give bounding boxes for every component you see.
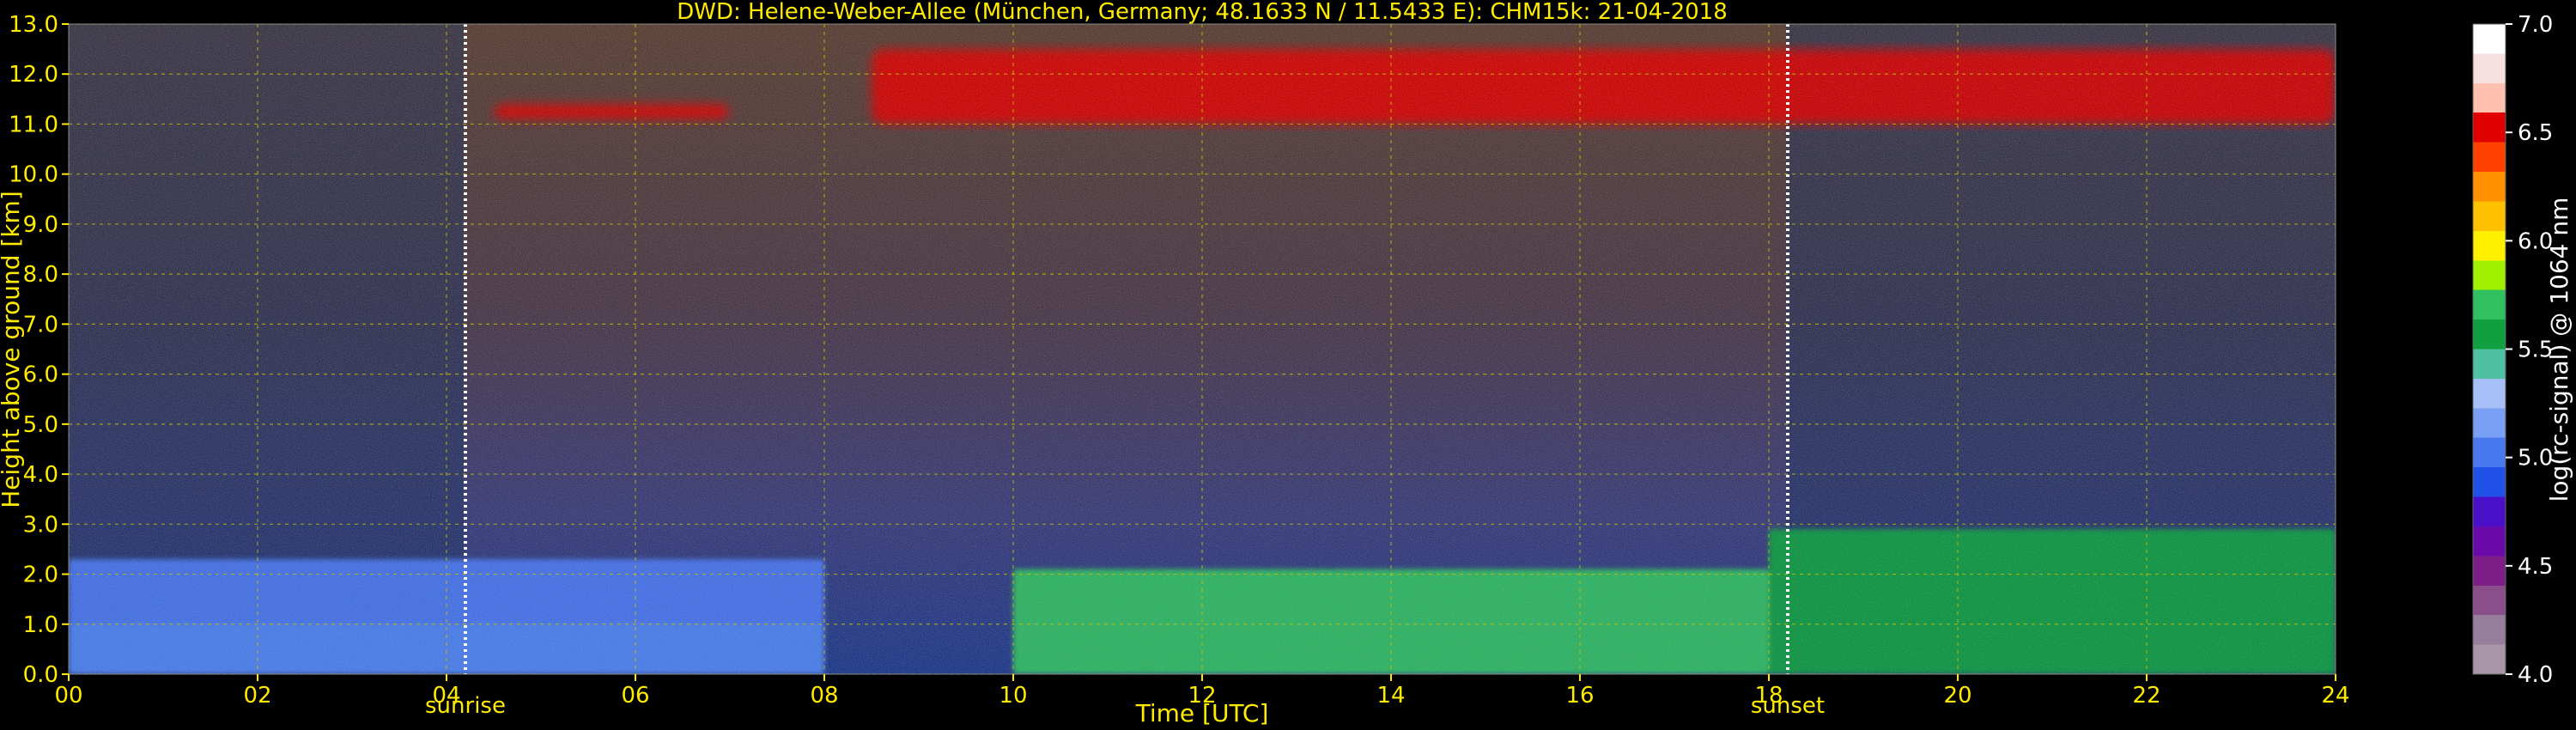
x-tick-label: 22 [2132, 683, 2160, 709]
chart-title: DWD: Helene-Weber-Allee (München, German… [677, 0, 1728, 25]
x-tick-label: 06 [621, 683, 649, 709]
sunrise-label: sunrise [425, 693, 506, 719]
x-tick-label: 16 [1565, 683, 1594, 709]
colorbar-tick-label: 6.5 [2518, 120, 2553, 146]
x-tick-label: 00 [54, 683, 82, 709]
y-tick-label: 11.0 [9, 112, 58, 137]
y-tick-label: 13.0 [9, 12, 58, 38]
x-tick-label: 10 [999, 683, 1027, 709]
y-tick-label: 6.0 [23, 362, 58, 388]
y-tick-label: 8.0 [23, 262, 58, 288]
x-tick-label: 20 [1943, 683, 1971, 709]
y-tick-label: 12.0 [9, 62, 58, 88]
x-tick-label: 14 [1376, 683, 1405, 709]
y-tick-label: 2.0 [23, 563, 58, 588]
colorbar-tick-label: 4.0 [2518, 662, 2553, 688]
y-tick-label: 9.0 [23, 212, 58, 238]
colorbar-label: log(rc-signal) @ 1064 nm [2545, 198, 2573, 502]
colorbar-tick-label: 4.5 [2518, 554, 2553, 580]
plot-area [69, 24, 2336, 674]
x-axis-label: Time [UTC] [1135, 699, 1269, 727]
colorbar-tick-label: 7.0 [2518, 12, 2553, 38]
y-tick-label: 10.0 [9, 162, 58, 188]
y-tick-label: 3.0 [23, 512, 58, 538]
y-tick-label: 5.0 [23, 412, 58, 438]
y-tick-label: 4.0 [23, 462, 58, 488]
colorbar: 4.04.55.05.56.06.57.0 log(rc-signal) @ 1… [2472, 12, 2573, 688]
y-axis-label: Height above ground [km] [0, 191, 25, 508]
y-tick-label: 7.0 [23, 312, 58, 338]
sunset-label: sunset [1751, 693, 1825, 719]
y-tick-label: 0.0 [23, 662, 58, 688]
colorbar-bar [2472, 23, 2506, 675]
x-tick-label: 02 [243, 683, 271, 709]
ceilometer-chart: DWD: Helene-Weber-Allee (München, German… [0, 0, 2573, 727]
y-tick-label: 1.0 [23, 612, 58, 638]
x-tick-label: 24 [2321, 683, 2349, 709]
x-tick-label: 08 [810, 683, 838, 709]
